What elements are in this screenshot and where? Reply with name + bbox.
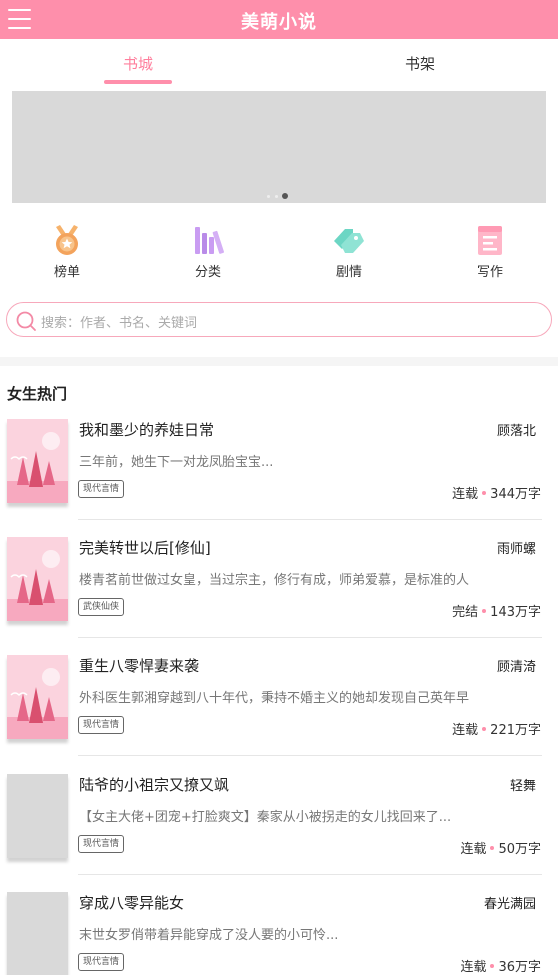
books-icon bbox=[195, 227, 224, 254]
status-dot bbox=[482, 609, 487, 613]
serial-status: 连载 bbox=[452, 723, 479, 738]
search-placeholder: 搜索：作者、书名、关键词 bbox=[41, 316, 198, 331]
tab-bookstore[interactable]: 书城 bbox=[123, 53, 153, 74]
tab-bar: 书城 书架 bbox=[0, 39, 558, 85]
genre-tag: 现代言情 bbox=[78, 953, 125, 971]
tags-icon bbox=[334, 229, 364, 253]
book-item[interactable]: 我和墨少的养娃日常 顾落北 三年前，她生下一对龙凤胎宝宝... 现代言情 连载 3… bbox=[0, 419, 558, 537]
book-status: 连载 50万字 bbox=[460, 838, 541, 857]
genre-tag: 现代言情 bbox=[78, 716, 125, 734]
status-dot bbox=[490, 846, 495, 850]
search-icon bbox=[16, 311, 36, 331]
row-separator bbox=[78, 755, 542, 756]
book-title[interactable]: 我和墨少的养娃日常 bbox=[79, 419, 214, 440]
word-count: 50万字 bbox=[498, 842, 541, 857]
quick-nav-label: 写作 bbox=[476, 265, 503, 280]
book-description: 外科医生郭湘穿越到八十年代，秉持不婚主义的她却发现自己英年早 bbox=[79, 691, 470, 706]
row-separator bbox=[78, 519, 542, 520]
word-count: 36万字 bbox=[498, 960, 541, 975]
word-count: 143万字 bbox=[490, 605, 541, 620]
row-separator bbox=[78, 874, 542, 875]
book-item[interactable]: 穿成八零异能女 春光满园 末世女罗俏带着异能穿成了没人要的小可怜... 现代言情… bbox=[0, 892, 558, 975]
book-description: 三年前，她生下一对龙凤胎宝宝... bbox=[79, 455, 274, 470]
row-separator bbox=[78, 637, 542, 638]
serial-status: 完结 bbox=[452, 605, 479, 620]
quick-nav-write[interactable]: 写作 bbox=[455, 223, 525, 280]
book-description: 末世女罗俏带着异能穿成了没人要的小可怜... bbox=[79, 928, 339, 943]
serial-status: 连载 bbox=[452, 487, 479, 502]
book-item[interactable]: 重生八零悍妻来袭 顾清渏 外科医生郭湘穿越到八十年代，秉持不婚主义的她却发现自己… bbox=[0, 655, 558, 773]
serial-status: 连载 bbox=[460, 960, 487, 975]
banner-carousel[interactable] bbox=[12, 91, 546, 203]
book-cover-placeholder bbox=[7, 774, 68, 858]
carousel-dot[interactable] bbox=[275, 195, 278, 198]
book-status: 连载 221万字 bbox=[452, 719, 541, 738]
word-count: 344万字 bbox=[490, 487, 541, 502]
app-title: 美萌小说 bbox=[241, 12, 317, 33]
book-description: 【女主大佬+团宠+打脸爽文】秦家从小被拐走的女儿找回来了... bbox=[79, 810, 452, 825]
status-dot bbox=[490, 964, 495, 968]
app-header: 美萌小说 bbox=[0, 0, 558, 39]
book-title[interactable]: 穿成八零异能女 bbox=[79, 892, 184, 913]
quick-nav-label: 榜单 bbox=[53, 265, 80, 280]
book-author: 顾落北 bbox=[496, 424, 536, 439]
book-title[interactable]: 重生八零悍妻来袭 bbox=[79, 655, 199, 676]
word-count: 221万字 bbox=[490, 723, 541, 738]
carousel-dot[interactable] bbox=[267, 195, 270, 198]
note-icon bbox=[478, 226, 502, 255]
book-status: 连载 344万字 bbox=[452, 483, 541, 502]
book-title[interactable]: 陆爷的小祖宗又撩又飒 bbox=[79, 774, 229, 795]
cover-image bbox=[7, 419, 68, 503]
book-title[interactable]: 完美转世以后[修仙] bbox=[79, 537, 211, 558]
book-item[interactable]: 完美转世以后[修仙] 雨师螺 楼青茗前世做过女皇，当过宗主，修行有成，师弟爱慕，… bbox=[0, 537, 558, 655]
genre-tag: 现代言情 bbox=[78, 480, 125, 498]
book-author: 春光满园 bbox=[483, 897, 536, 912]
genre-tag: 武侠仙侠 bbox=[78, 598, 125, 616]
medal-icon bbox=[56, 225, 78, 255]
status-dot bbox=[482, 491, 487, 495]
book-author: 轻舞 bbox=[509, 779, 536, 794]
carousel-dot-active[interactable] bbox=[282, 193, 288, 199]
quick-nav-ranking[interactable]: 榜单 bbox=[32, 223, 102, 280]
book-status: 完结 143万字 bbox=[452, 601, 541, 620]
quick-nav-plot[interactable]: 剧情 bbox=[314, 223, 384, 280]
book-status: 连载 36万字 bbox=[460, 956, 541, 975]
section-title: 女生热门 bbox=[7, 385, 68, 403]
book-description: 楼青茗前世做过女皇，当过宗主，修行有成，师弟爱慕，是标准的人 bbox=[79, 573, 470, 588]
quick-nav-label: 分类 bbox=[194, 265, 221, 280]
book-cover bbox=[7, 419, 68, 503]
section-divider bbox=[0, 357, 558, 366]
genre-tag: 现代言情 bbox=[78, 835, 125, 853]
book-cover bbox=[7, 655, 68, 739]
book-author: 雨师螺 bbox=[496, 542, 536, 557]
cover-image bbox=[7, 655, 68, 739]
book-cover-placeholder bbox=[7, 892, 68, 975]
quick-nav-category[interactable]: 分类 bbox=[173, 223, 243, 280]
search-input[interactable]: 搜索：作者、书名、关键词 bbox=[6, 302, 552, 337]
tab-bookshelf[interactable]: 书架 bbox=[405, 53, 435, 74]
book-cover bbox=[7, 537, 68, 621]
book-author: 顾清渏 bbox=[496, 660, 536, 675]
quick-nav-label: 剧情 bbox=[335, 265, 362, 280]
cover-image bbox=[7, 537, 68, 621]
book-item[interactable]: 陆爷的小祖宗又撩又飒 轻舞 【女主大佬+团宠+打脸爽文】秦家从小被拐走的女儿找回… bbox=[0, 774, 558, 892]
status-dot bbox=[482, 727, 487, 731]
serial-status: 连载 bbox=[460, 842, 487, 857]
active-tab-indicator bbox=[104, 80, 172, 84]
